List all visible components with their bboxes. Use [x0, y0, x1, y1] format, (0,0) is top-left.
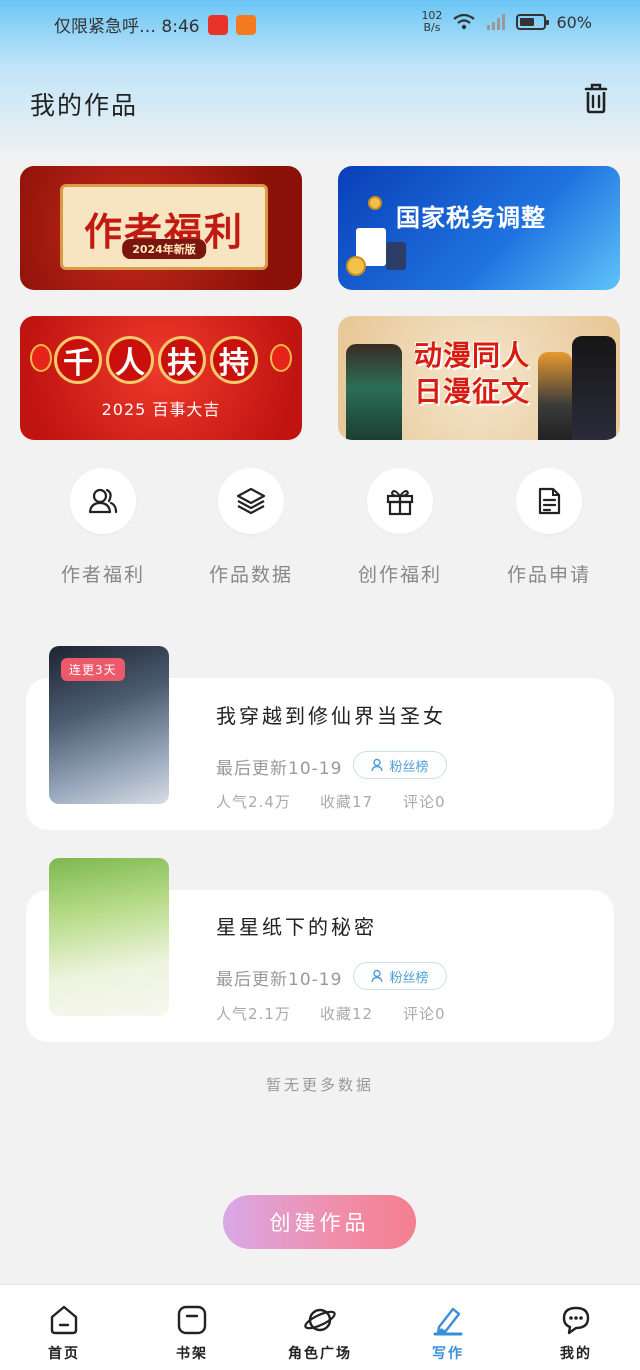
quick-action-author-welfare[interactable]: 作者福利	[38, 468, 168, 598]
network-speed: 102 B/s	[421, 10, 442, 34]
fans-ranking-button[interactable]: 粉丝榜	[353, 751, 447, 779]
banner-title: 千 人 扶 持	[54, 336, 258, 384]
quick-action-circle	[367, 468, 433, 534]
page-title: 我的作品	[30, 91, 139, 120]
last-update-text: 最后更新10-19	[216, 759, 343, 779]
work-cover-image[interactable]	[49, 858, 169, 1016]
banner-title-char: 人	[106, 336, 154, 384]
popularity-stat: 人气2.1万	[216, 1005, 291, 1023]
work-title[interactable]: 星星纸下的秘密	[216, 911, 377, 940]
nav-label: 书架	[176, 1346, 208, 1362]
create-work-button[interactable]: 创建作品	[223, 1195, 416, 1249]
calculator-illustration	[386, 242, 406, 270]
wifi-icon	[453, 13, 476, 30]
anime-character-illustration	[538, 352, 572, 440]
favorites-stat: 收藏17	[320, 793, 374, 811]
quick-action-label: 作品申请	[506, 564, 591, 586]
banner-author-welfare[interactable]: 作者福利 2024年新版	[20, 166, 302, 290]
document-icon	[538, 487, 561, 515]
home-icon	[50, 1305, 78, 1335]
status-right: 102 B/s 60%	[421, 10, 592, 34]
battery-fill	[520, 18, 534, 26]
lantern-decoration	[270, 344, 292, 372]
quick-action-circle	[516, 468, 582, 534]
banner-tax-adjustment[interactable]: 国家税务调整	[338, 166, 620, 290]
app-notification-icon	[207, 14, 228, 35]
fans-ranking-button[interactable]: 粉丝榜	[353, 962, 447, 990]
layers-icon	[236, 487, 266, 515]
banner-anime-fanfic[interactable]: 动漫同人 日漫征文	[338, 316, 620, 440]
users-icon	[88, 488, 118, 514]
quick-action-label: 创作福利	[357, 564, 442, 586]
pen-icon	[433, 1307, 463, 1336]
update-streak-badge: 连更3天	[61, 658, 125, 681]
work-cover-image[interactable]: 连更3天	[49, 646, 169, 804]
fans-ranking-label: 粉丝榜	[389, 970, 429, 986]
last-update-text: 最后更新10-19	[216, 970, 343, 990]
nav-item-home[interactable]: 首页	[14, 1303, 114, 1363]
quick-action-label: 作品数据	[208, 564, 293, 586]
app-notification-icon-2	[235, 14, 256, 35]
nav-label: 写作	[432, 1346, 464, 1362]
comments-stat: 评论0	[403, 793, 446, 811]
status-bar: 仅限紧急呼… 8:46 102 B/s 60%	[0, 0, 640, 50]
banner-scroll: 作者福利 2024年新版	[60, 184, 268, 270]
nav-item-character-square[interactable]: 角色广场	[270, 1303, 370, 1363]
banner-title: 动漫同人 日漫征文	[414, 338, 530, 410]
nav-label: 角色广场	[288, 1346, 352, 1362]
banner-title-line: 动漫同人	[414, 339, 531, 372]
coin-illustration	[368, 196, 382, 210]
battery-icon	[516, 14, 550, 30]
no-more-data-text: 暂无更多数据	[265, 1076, 374, 1094]
fans-ranking-label: 粉丝榜	[389, 759, 429, 775]
anime-character-illustration	[572, 336, 616, 440]
nav-item-mine[interactable]: 我的	[526, 1303, 626, 1363]
nav-item-bookshelf[interactable]: 书架	[142, 1303, 242, 1363]
gift-icon	[386, 490, 414, 516]
planet-icon	[304, 1308, 336, 1332]
quick-action-circle	[70, 468, 136, 534]
coin-illustration	[346, 256, 366, 276]
banner-title-line: 日漫征文	[414, 375, 531, 408]
chat-icon	[562, 1306, 590, 1335]
status-left: 仅限紧急呼… 8:46	[54, 12, 256, 37]
nav-label: 我的	[560, 1346, 592, 1362]
nav-item-writing[interactable]: 写作	[398, 1303, 498, 1363]
bookshelf-icon	[177, 1305, 207, 1335]
comments-stat: 评论0	[403, 1005, 446, 1023]
user-icon	[371, 758, 384, 772]
banner-thousand-support[interactable]: 千 人 扶 持 2025 百事大吉	[20, 316, 302, 440]
nav-label: 首页	[48, 1346, 80, 1362]
lantern-decoration	[30, 344, 52, 372]
work-title[interactable]: 我穿越到修仙界当圣女	[216, 700, 446, 729]
status-time-text: 仅限紧急呼… 8:46	[54, 17, 200, 37]
quick-action-work-data[interactable]: 作品数据	[186, 468, 316, 598]
banner-title-char: 扶	[158, 336, 206, 384]
banner-subtitle: 2025 百事大吉	[101, 400, 221, 419]
banner-title-char: 千	[54, 336, 102, 384]
quick-action-creation-welfare[interactable]: 创作福利	[335, 468, 465, 598]
banner-title: 国家税务调整	[396, 204, 546, 232]
user-icon	[371, 969, 384, 983]
quick-action-circle	[218, 468, 284, 534]
trash-icon[interactable]	[578, 80, 614, 116]
speed-unit: B/s	[423, 21, 441, 34]
popularity-stat: 人气2.4万	[216, 793, 291, 811]
quick-action-work-application[interactable]: 作品申请	[484, 468, 614, 598]
favorites-stat: 收藏12	[320, 1005, 374, 1023]
banner-subtitle: 2024年新版	[122, 239, 206, 259]
bottom-nav: 首页 书架 角色广场 写作 我的	[0, 1284, 640, 1370]
anime-character-illustration	[346, 344, 402, 440]
banner-title-char: 持	[210, 336, 258, 384]
quick-action-label: 作者福利	[60, 564, 145, 586]
battery-percent: 60%	[556, 12, 592, 32]
signal-icon	[487, 14, 506, 30]
